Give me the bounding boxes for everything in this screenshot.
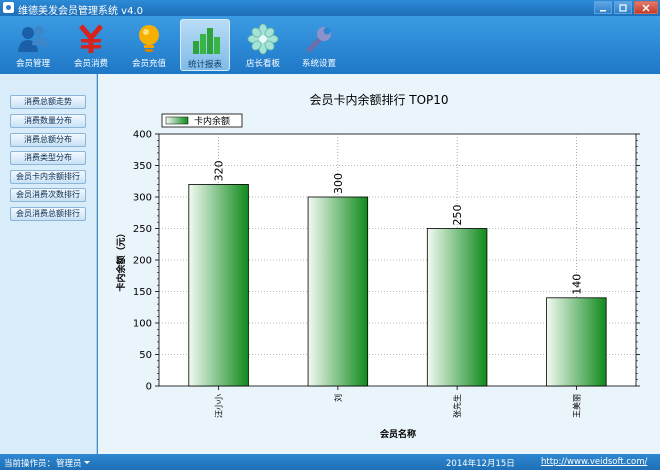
- bar-chart-icon: [193, 28, 220, 54]
- balance-ranking-chart: 会员卡内余额排行 TOP10 卡内余额 0 50 100 150 200 250 300 35…: [115, 92, 640, 440]
- y-tick-label: 250: [133, 224, 152, 235]
- sidebar-item-balance-ranking[interactable]: 会员卡内余额排行: [10, 170, 86, 184]
- status-date: 2014年12月15日: [446, 459, 515, 469]
- sidebar-item-quantity-distribution[interactable]: 消费数量分布: [10, 114, 86, 128]
- yen-icon: [79, 24, 103, 53]
- window-title: 维德美发会员管理系统 v4.0: [18, 6, 143, 17]
- wrench-icon: [306, 27, 331, 53]
- maximize-button[interactable]: [614, 1, 632, 14]
- toolbar-settings-label: 系统设置: [301, 59, 336, 69]
- toolbar-recharge-label: 会员充值: [131, 59, 166, 69]
- report-sidebar: 消费总额走势 消费数量分布 消费总额分布 消费类型分布 会员卡内余额排行 会员消…: [0, 74, 97, 454]
- sidebar-item-amount-distribution[interactable]: 消费总额分布: [10, 133, 86, 147]
- y-tick-label: 50: [139, 350, 152, 361]
- chart-legend: 卡内余额: [161, 113, 243, 128]
- y-tick-label: 350: [133, 161, 152, 172]
- app-icon: [3, 2, 14, 13]
- x-tick-label: 王美丽: [571, 394, 581, 418]
- toolbar-consumption-label: 会员消费: [73, 59, 108, 69]
- toolbar-dashboard-button[interactable]: 店长看板: [238, 19, 288, 71]
- y-tick-label: 0: [146, 382, 152, 393]
- toolbar-reports-button[interactable]: 统计报表: [180, 19, 230, 71]
- y-tick-label: 400: [133, 130, 152, 141]
- window-controls: [592, 1, 658, 14]
- legend-swatch: [165, 116, 189, 125]
- toolbar-members-label: 会员管理: [15, 59, 50, 69]
- main-toolbar: 会员管理 会员消费 会员充值 统计报表 店长看板 系统设置: [0, 16, 660, 74]
- members-icon: [18, 26, 48, 52]
- minimize-button[interactable]: [594, 1, 612, 14]
- x-axis: 汪小小 刘 张先生 王美丽: [215, 386, 581, 418]
- flower-icon: [247, 23, 279, 55]
- lightbulb-icon: [139, 25, 159, 52]
- toolbar-members-button[interactable]: 会员管理: [8, 19, 58, 71]
- y-tick-label: 150: [133, 287, 152, 298]
- toolbar-settings-button[interactable]: 系统设置: [294, 19, 344, 71]
- toolbar-recharge-button[interactable]: 会员充值: [124, 19, 174, 71]
- toolbar-consumption-button[interactable]: 会员消费: [66, 19, 116, 71]
- maximize-icon: [619, 3, 627, 12]
- sidebar-item-visit-count-ranking[interactable]: 会员消费次数排行: [10, 188, 86, 202]
- operator-label: 当前操作员：: [4, 459, 56, 469]
- bar-value-label: 320: [213, 160, 226, 181]
- bar-value-label: 140: [570, 274, 583, 295]
- bar-value-label: 250: [451, 205, 464, 226]
- sidebar-item-spend-trend[interactable]: 消费总额走势: [10, 95, 86, 109]
- toolbar-reports-label: 统计报表: [187, 60, 222, 70]
- y-tick-label: 100: [133, 319, 152, 330]
- chart-title: 会员卡内余额排行 TOP10: [309, 92, 448, 107]
- chevron-down-icon: [84, 461, 90, 464]
- x-axis-title: 会员名称: [380, 428, 416, 440]
- close-button[interactable]: [634, 1, 658, 14]
- status-bar: 当前操作员： 管理员 2014年12月15日 http://www.veidso…: [0, 454, 660, 470]
- x-tick-label: 张先生: [452, 394, 462, 418]
- operator-dropdown[interactable]: 管理员: [56, 457, 82, 469]
- bar-value-label: 300: [332, 173, 345, 194]
- toolbar-dashboard-label: 店长看板: [245, 59, 280, 69]
- bar: [546, 297, 607, 387]
- website-link[interactable]: http://www.veidsoft.com/: [541, 457, 647, 467]
- sidebar-item-type-distribution[interactable]: 消费类型分布: [10, 151, 86, 165]
- x-tick-label: 汪小小: [215, 394, 224, 418]
- bar: [426, 228, 488, 387]
- title-bar: 维德美发会员管理系统 v4.0: [0, 0, 660, 17]
- bar: [307, 196, 369, 387]
- sidebar-item-total-spend-ranking[interactable]: 会员消费总额排行: [10, 207, 86, 221]
- y-axis-title: 卡内余额（元）: [115, 228, 127, 291]
- x-tick-label: 刘: [333, 394, 343, 402]
- y-tick-label: 300: [133, 193, 152, 204]
- y-tick-label: 200: [133, 256, 152, 267]
- legend-label: 卡内余额: [194, 115, 230, 127]
- close-icon: [642, 3, 650, 12]
- minimize-icon: [600, 9, 606, 11]
- bar: [188, 184, 249, 387]
